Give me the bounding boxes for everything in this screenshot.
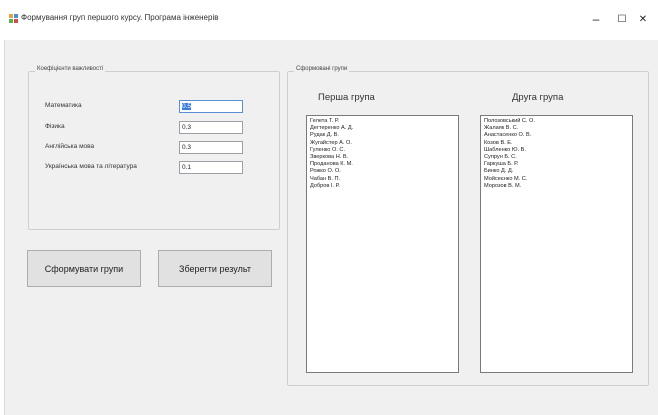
physics-coefficient-input[interactable]: 0.3 xyxy=(179,121,243,134)
list-item[interactable]: Зверкова Н. В. xyxy=(310,154,455,161)
list-item[interactable]: Чабан В. П. xyxy=(310,176,455,183)
list-item[interactable]: Морозов В. М. xyxy=(484,183,629,190)
app-icon xyxy=(9,14,18,23)
list-item[interactable]: Гаркуша Б. Р. xyxy=(484,161,629,168)
list-item[interactable]: Мойсеєнко М. С. xyxy=(484,176,629,183)
list-item[interactable]: Рожко О. О. xyxy=(310,168,455,175)
form-groups-button[interactable]: Сформувати групи xyxy=(27,250,141,287)
title-bar: Формування груп першого курсу. Програма … xyxy=(0,0,658,40)
list-item[interactable]: Гуленко О. С. xyxy=(310,147,455,154)
list-item[interactable]: Бинко Д. Д. xyxy=(484,168,629,175)
list-item[interactable]: Анастасенко О. В. xyxy=(484,132,629,139)
second-group-header: Друга група xyxy=(512,92,564,103)
save-result-button[interactable]: Зберегти результ xyxy=(158,250,272,287)
list-item[interactable]: Супрун Б. С. xyxy=(484,154,629,161)
coefficients-caption: Коефіцієнти важливості xyxy=(35,66,106,72)
list-item[interactable]: Добров І. Р. xyxy=(310,183,455,190)
list-item[interactable]: Дегтеренко А. Д. xyxy=(310,125,455,132)
form-client-area: Коефіцієнти важливості Математика 0.5 Фі… xyxy=(4,40,658,415)
list-item[interactable]: Гелета Т. Р. xyxy=(310,118,455,125)
formed-groups-caption: Сформовані групи xyxy=(294,66,350,72)
list-item[interactable]: Козов В. Е. xyxy=(484,140,629,147)
minimize-button[interactable]: – xyxy=(585,8,607,30)
ukrainian-coefficient-input[interactable]: 0.1 xyxy=(179,161,243,174)
second-group-listbox[interactable]: Полозовський С. О. Жалаяк В. С. Анастасе… xyxy=(480,115,633,373)
maximize-icon: ☐ xyxy=(617,13,627,25)
list-item[interactable]: Проданова К. М. xyxy=(310,161,455,168)
coefficients-groupbox: Коефіцієнти важливості Математика 0.5 Фі… xyxy=(28,66,280,230)
math-coefficient-input[interactable]: 0.5 xyxy=(179,100,243,113)
formed-groups-groupbox: Сформовані групи Перша група Гелета Т. Р… xyxy=(287,66,649,386)
list-item[interactable]: Шабленко Ю. В. xyxy=(484,147,629,154)
label-ukrainian: Українська мова та література xyxy=(45,163,137,170)
list-item[interactable]: Жугайстер А. О. xyxy=(310,140,455,147)
minimize-icon: – xyxy=(592,12,600,26)
label-english: Англійська мова xyxy=(45,143,95,150)
list-item[interactable]: Жалаяк В. С. xyxy=(484,125,629,132)
maximize-button[interactable]: ☐ xyxy=(611,8,633,30)
english-coefficient-input[interactable]: 0.3 xyxy=(179,141,243,154)
first-group-listbox[interactable]: Гелета Т. Р. Дегтеренко А. Д. Рудак Д. В… xyxy=(306,115,459,373)
label-math: Математика xyxy=(45,102,82,109)
close-button[interactable]: ✕ xyxy=(632,8,654,30)
list-item[interactable]: Полозовський С. О. xyxy=(484,118,629,125)
window-title: Формування груп першого курсу. Програма … xyxy=(21,13,219,22)
first-group-header: Перша група xyxy=(318,92,375,103)
close-icon: ✕ xyxy=(638,13,648,25)
label-physics: Фізика xyxy=(45,123,65,130)
list-item[interactable]: Рудак Д. В. xyxy=(310,132,455,139)
